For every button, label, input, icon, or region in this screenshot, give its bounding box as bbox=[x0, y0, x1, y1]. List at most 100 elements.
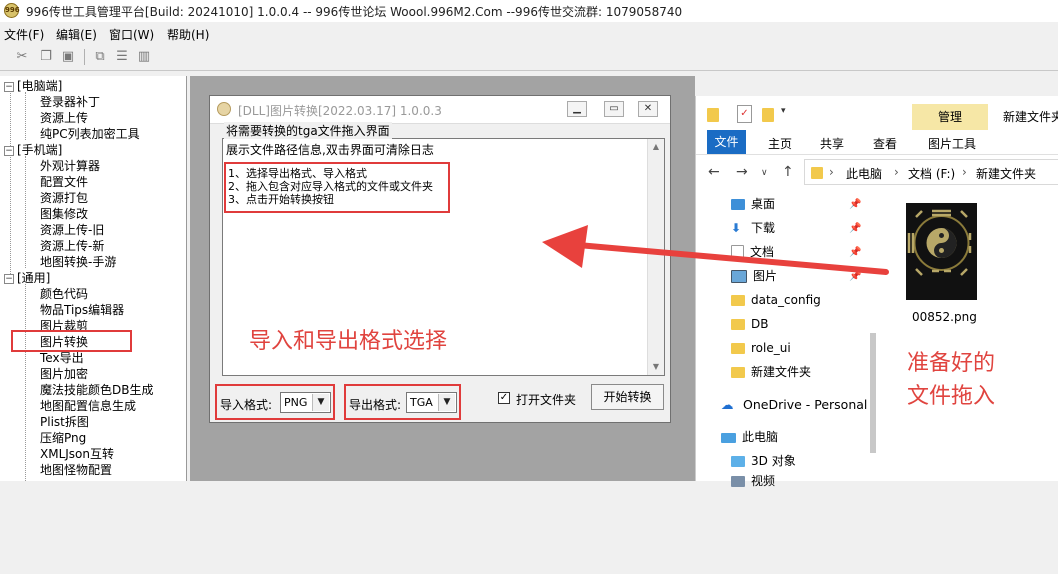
tree-item[interactable]: 资源上传-旧 bbox=[40, 222, 104, 238]
menu-window[interactable]: 窗口(W) bbox=[109, 26, 154, 43]
nav-item-3d-objects[interactable]: 3D 对象 bbox=[731, 450, 796, 472]
scroll-down-icon[interactable]: ▼ bbox=[648, 359, 664, 375]
open-folder-checkbox[interactable]: ✓ bbox=[498, 392, 510, 404]
nav-item-label: OneDrive - Personal bbox=[743, 397, 868, 412]
cut-icon[interactable]: ✂ bbox=[14, 49, 30, 65]
breadcrumb-this-pc[interactable]: 此电脑 bbox=[846, 165, 882, 182]
forward-arrow-icon[interactable]: → bbox=[736, 164, 748, 180]
tree-category-common[interactable]: − [通用] bbox=[4, 270, 50, 286]
instruction-step: 2、拖入包含对应导入格式的文件或文件夹 bbox=[228, 180, 433, 193]
tile-vertical-icon[interactable]: ▥ bbox=[136, 49, 152, 65]
import-format-select[interactable]: PNG ▼ bbox=[280, 392, 331, 413]
import-format-label: 导入格式: bbox=[220, 398, 273, 412]
window-titlebar[interactable]: [DLL]图片转换[2022.03.17] 1.0.0.3 ▁ ▭ ✕ bbox=[210, 96, 670, 124]
nav-item-desktop[interactable]: 桌面 bbox=[731, 193, 775, 215]
tree-item[interactable]: 资源打包 bbox=[40, 190, 88, 206]
tree-item[interactable]: Plist拆图 bbox=[40, 414, 89, 430]
tree-item[interactable]: 纯PC列表加密工具 bbox=[40, 126, 140, 142]
back-arrow-icon[interactable]: ← bbox=[708, 164, 720, 180]
export-format-group: 导出格式: TGA ▼ bbox=[344, 384, 461, 420]
breadcrumb-folder[interactable]: 新建文件夹 bbox=[976, 165, 1036, 182]
nav-item-folder[interactable]: role_ui bbox=[731, 337, 791, 359]
chevron-down-icon[interactable]: ▼ bbox=[312, 394, 329, 411]
annotation-format-select: 导入和导出格式选择 bbox=[249, 329, 448, 354]
nav-item-this-pc[interactable]: 此电脑 bbox=[721, 426, 778, 448]
tree-category-label: [电脑端] bbox=[17, 79, 63, 93]
cube-icon bbox=[731, 456, 745, 467]
tree-item[interactable]: 地图怪物配置 bbox=[40, 462, 112, 478]
file-thumbnail[interactable] bbox=[906, 203, 977, 300]
tree-item[interactable]: 图集修改 bbox=[40, 206, 88, 222]
collapse-icon[interactable]: − bbox=[4, 145, 14, 156]
minimize-button[interactable]: ▁ bbox=[567, 101, 587, 117]
tree-item[interactable]: 地图转换-手游 bbox=[40, 254, 116, 270]
menu-bar: 文件(F) 编辑(E) 窗口(W) 帮助(H) bbox=[0, 22, 1058, 44]
breadcrumb-drive[interactable]: 文档 (F:) bbox=[908, 165, 955, 182]
export-format-select[interactable]: TGA ▼ bbox=[406, 392, 457, 413]
menu-edit[interactable]: 编辑(E) bbox=[56, 26, 97, 43]
tree-item[interactable]: XMLJson互转 bbox=[40, 446, 114, 462]
collapse-icon[interactable]: − bbox=[4, 81, 14, 92]
customize-dropdown-icon[interactable]: ▾ bbox=[781, 106, 786, 116]
instruction-step: 3、点击开始转换按钮 bbox=[228, 193, 334, 206]
tree-item[interactable]: 配置文件 bbox=[40, 174, 88, 190]
ribbon-tab-share[interactable]: 共享 bbox=[820, 135, 844, 152]
cascade-icon[interactable]: ⧉ bbox=[92, 49, 108, 65]
tree-item[interactable]: 魔法技能颜色DB生成 bbox=[40, 382, 153, 398]
tree-item[interactable]: 压缩Png bbox=[40, 430, 86, 446]
new-folder-icon[interactable] bbox=[762, 108, 774, 122]
collapse-icon[interactable]: − bbox=[4, 273, 14, 284]
log-info-line: 展示文件路径信息,双击界面可清除日志 bbox=[226, 143, 434, 157]
folder-icon[interactable] bbox=[707, 108, 719, 122]
tree-item[interactable]: 图片加密 bbox=[40, 366, 88, 382]
chevron-down-icon[interactable]: ▼ bbox=[438, 394, 455, 411]
import-format-value: PNG bbox=[284, 396, 308, 409]
window-app-icon bbox=[217, 102, 231, 116]
tree-item[interactable]: 物品Tips编辑器 bbox=[40, 302, 124, 318]
tree-item[interactable]: 地图配置信息生成 bbox=[40, 398, 136, 414]
ribbon-tab-picture-tools[interactable]: 图片工具 bbox=[928, 135, 976, 152]
tree-item[interactable]: 登录器补丁 bbox=[40, 94, 100, 110]
nav-item-folder[interactable]: data_config bbox=[731, 289, 821, 311]
tree-item[interactable]: 颜色代码 bbox=[40, 286, 88, 302]
scroll-up-icon[interactable]: ▲ bbox=[648, 139, 664, 155]
drag-arrow-icon bbox=[542, 225, 889, 275]
ribbon-tab-file[interactable]: 文件 bbox=[707, 130, 746, 154]
tree-item[interactable]: 资源上传 bbox=[40, 110, 88, 126]
tree-category-mobile[interactable]: − [手机端] bbox=[4, 142, 62, 158]
close-button[interactable]: ✕ bbox=[638, 101, 658, 117]
toolbar: ✂ ❐ ▣ ⧉ ☰ ▥ bbox=[0, 44, 1058, 71]
nav-item-folder[interactable]: DB bbox=[731, 313, 768, 335]
tree-category-pc[interactable]: − [电脑端] bbox=[4, 78, 62, 94]
ribbon-tab-view[interactable]: 查看 bbox=[873, 135, 897, 152]
tile-horizontal-icon[interactable]: ☰ bbox=[114, 49, 130, 65]
up-arrow-icon[interactable]: ↑ bbox=[782, 164, 794, 180]
scrollbar-thumb[interactable] bbox=[870, 333, 876, 453]
ribbon-tab-home[interactable]: 主页 bbox=[768, 135, 792, 152]
manage-tab[interactable]: 管理 bbox=[912, 104, 988, 130]
file-name[interactable]: 00852.png bbox=[912, 310, 977, 324]
menu-file[interactable]: 文件(F) bbox=[4, 26, 44, 43]
nav-item-label: 新建文件夹 bbox=[751, 365, 812, 379]
nav-item-folder[interactable]: 新建文件夹 bbox=[731, 361, 811, 383]
start-convert-button[interactable]: 开始转换 bbox=[591, 384, 664, 410]
recent-dropdown-icon[interactable]: ∨ bbox=[761, 168, 768, 178]
nav-scrollbar[interactable] bbox=[866, 333, 880, 574]
open-folder-label[interactable]: 打开文件夹 bbox=[516, 391, 576, 408]
cloud-icon: ☁ bbox=[721, 397, 734, 412]
nav-item-onedrive[interactable]: ☁ OneDrive - Personal bbox=[721, 394, 867, 416]
maximize-button[interactable]: ▭ bbox=[604, 101, 624, 117]
copy-icon[interactable]: ❐ bbox=[38, 49, 54, 65]
pin-icon[interactable]: 📌 bbox=[849, 199, 861, 210]
video-icon bbox=[731, 476, 745, 487]
address-bar[interactable]: › 此电脑 › 文档 (F:) › 新建文件夹 bbox=[804, 159, 1058, 185]
menu-help[interactable]: 帮助(H) bbox=[167, 26, 209, 43]
nav-item-videos[interactable]: 视频 bbox=[731, 470, 775, 492]
tree-item[interactable]: 外观计算器 bbox=[40, 158, 100, 174]
tree-item[interactable]: 资源上传-新 bbox=[40, 238, 104, 254]
paste-icon[interactable]: ▣ bbox=[60, 49, 76, 65]
properties-icon[interactable]: ✓ bbox=[737, 105, 752, 123]
tree-item[interactable]: Tex导出 bbox=[40, 350, 84, 366]
instructions-box: 1、选择导出格式、导入格式 2、拖入包含对应导入格式的文件或文件夹 3、点击开始… bbox=[224, 162, 450, 213]
bagua-image-icon bbox=[906, 203, 977, 300]
